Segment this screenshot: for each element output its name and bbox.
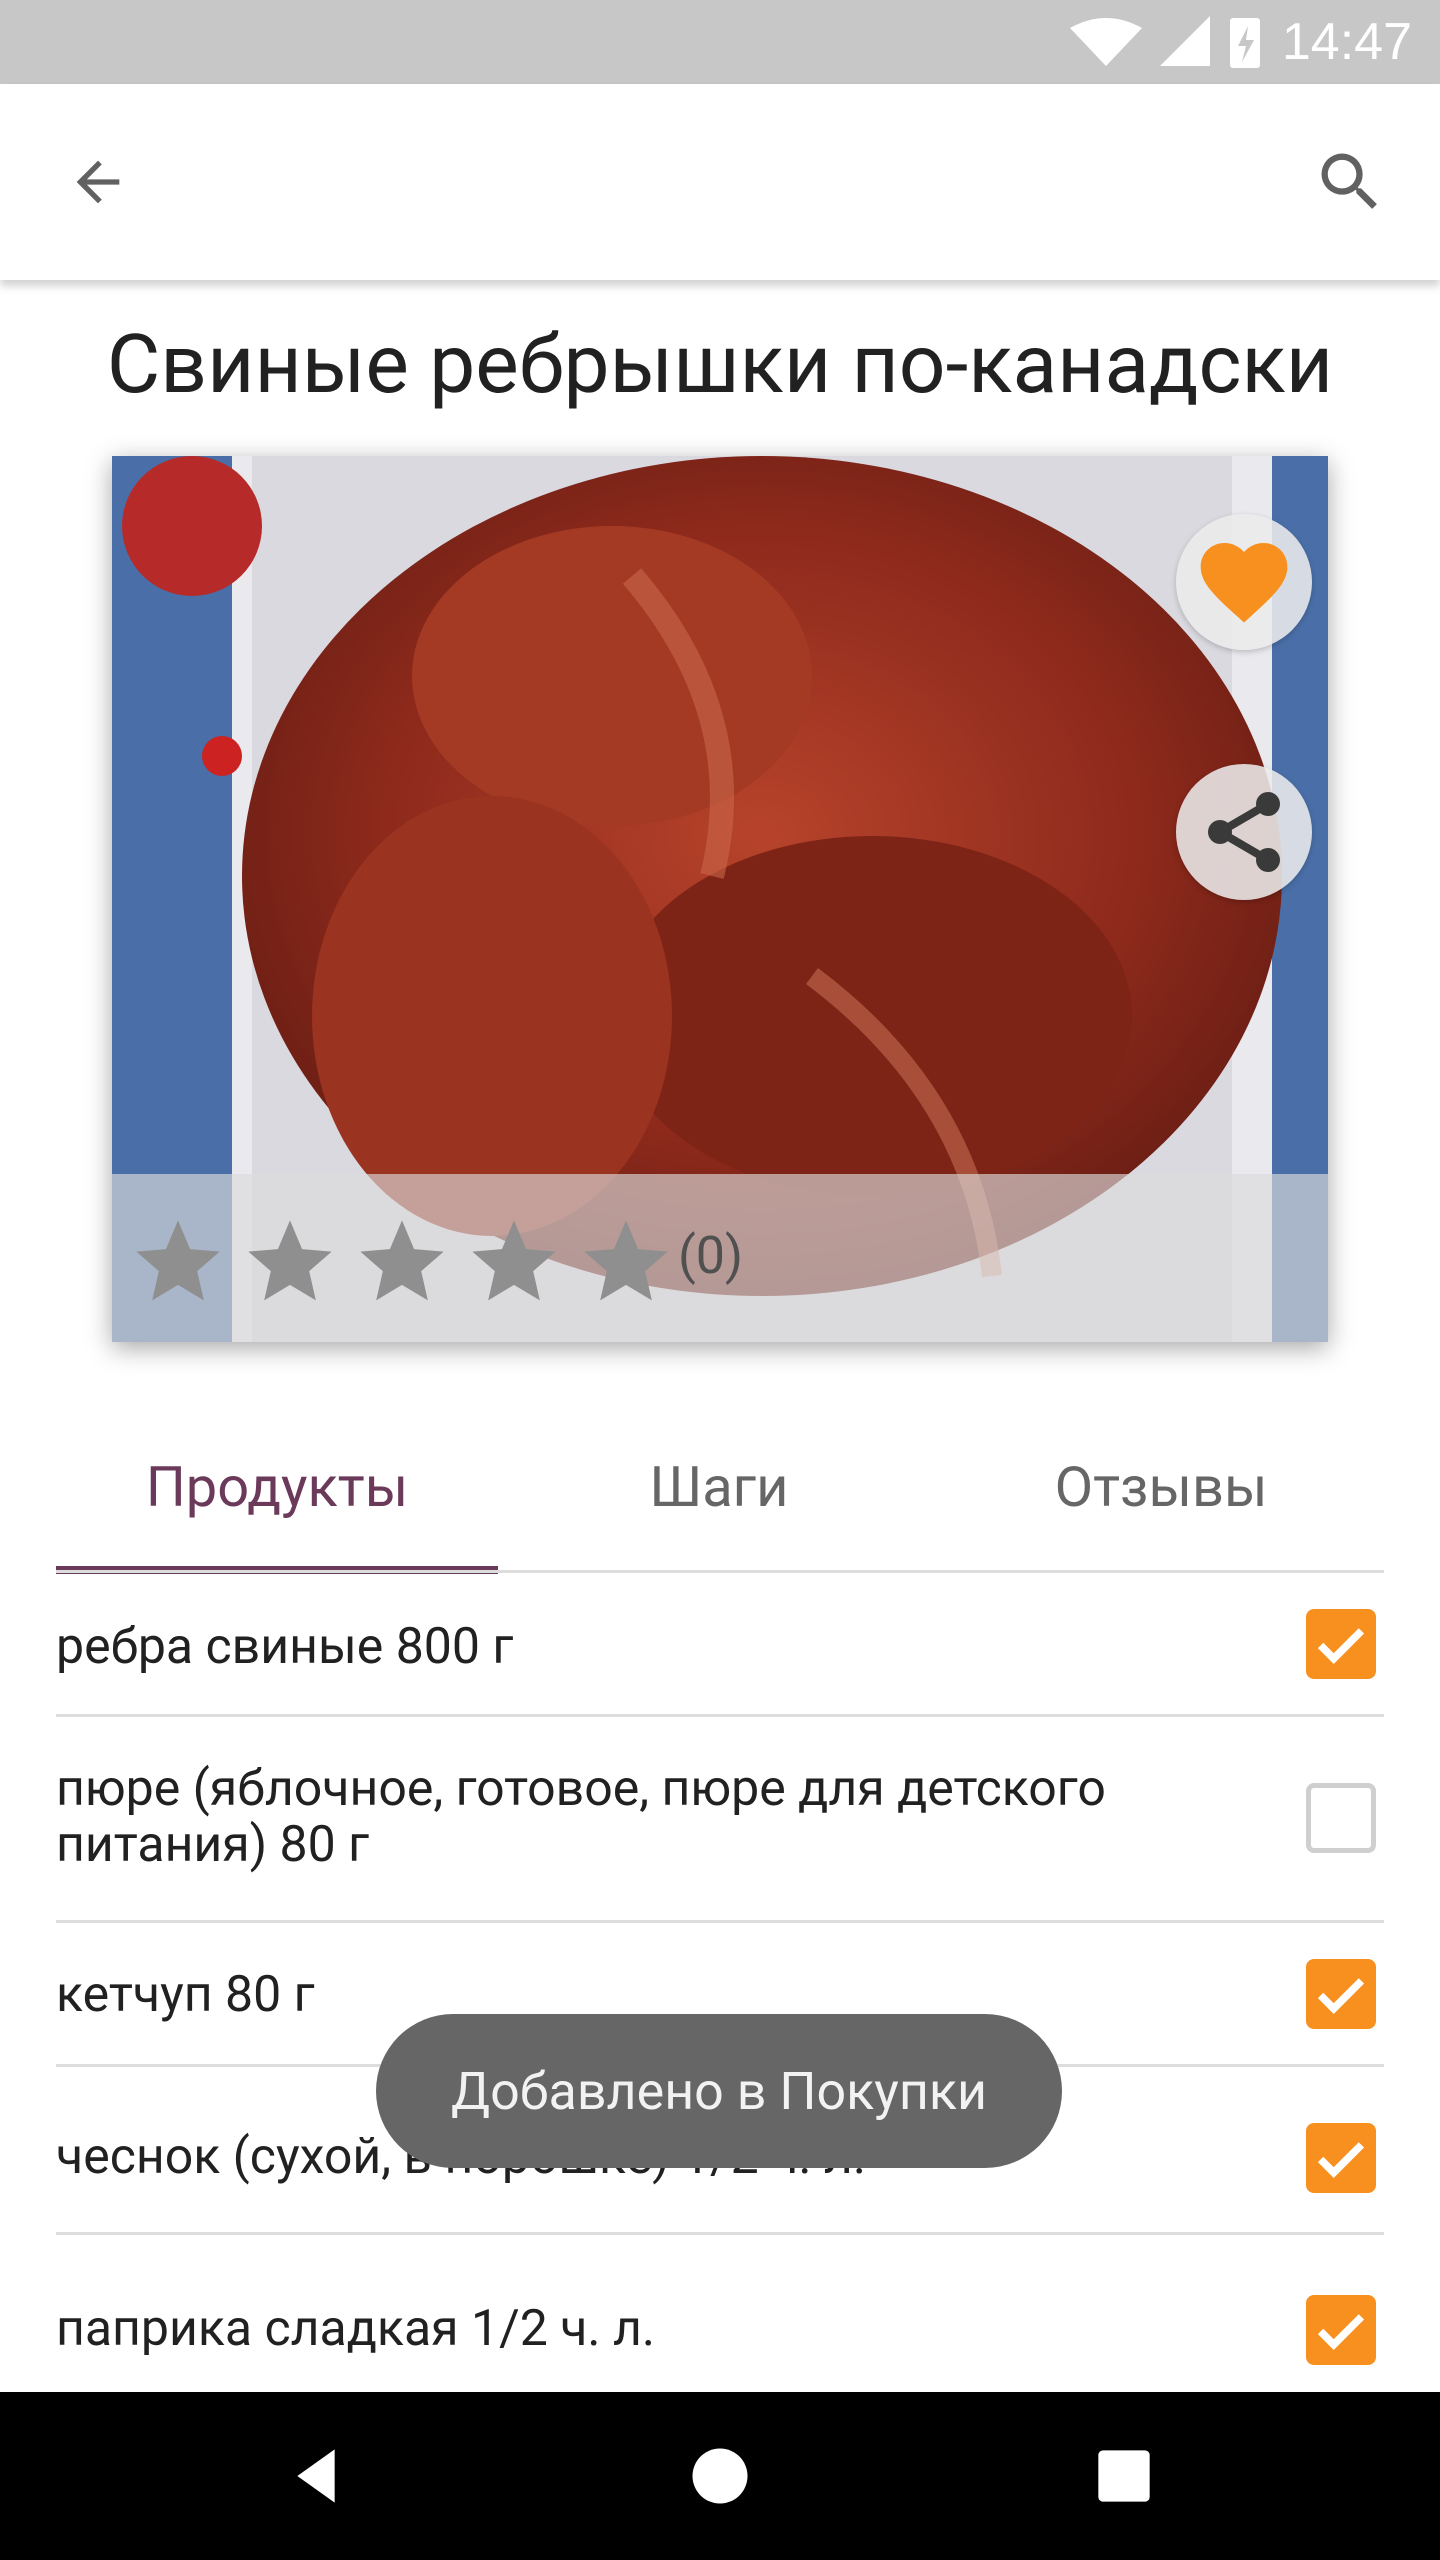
svg-text:×: × — [1168, 16, 1183, 46]
tab-reviews[interactable]: Отзывы — [940, 1404, 1382, 1570]
ingredient-label: ребра свиные 800 г — [56, 1618, 514, 1676]
check-icon — [1317, 1628, 1365, 1664]
checkbox[interactable] — [1306, 2123, 1376, 2193]
checkbox[interactable] — [1306, 1609, 1376, 1679]
status-time: 14:47 — [1281, 13, 1412, 71]
check-icon — [1317, 2314, 1365, 2350]
checkbox[interactable] — [1306, 1783, 1376, 1853]
check-icon — [1317, 2142, 1365, 2178]
recipe-title: Свиные ребрышки по-канадски — [106, 317, 1334, 413]
heart-icon — [1200, 543, 1288, 623]
share-icon — [1208, 792, 1280, 872]
recipe-photo[interactable]: (0) — [112, 456, 1328, 1342]
nav-home-button[interactable] — [664, 2420, 776, 2532]
recipe-tabs: Продукты Шаги Отзывы — [56, 1404, 1384, 1574]
rating-strip: (0) — [112, 1174, 1328, 1342]
list-item[interactable]: ребра свиные 800 г — [56, 1573, 1384, 1717]
search-button[interactable] — [1290, 122, 1410, 242]
star-rating[interactable] — [128, 1212, 676, 1312]
share-button[interactable] — [1176, 764, 1312, 900]
star-icon[interactable] — [352, 1212, 452, 1312]
arrow-back-icon — [76, 160, 120, 204]
favorite-button[interactable] — [1176, 514, 1312, 650]
star-icon[interactable] — [128, 1212, 228, 1312]
back-button[interactable] — [38, 122, 158, 242]
circle-home-icon — [692, 2448, 748, 2504]
checkbox[interactable] — [1306, 1959, 1376, 2029]
status-icons: × — [1070, 16, 1260, 68]
wifi-icon — [1070, 18, 1142, 66]
list-item[interactable]: паприка сладкая 1/2 ч. л. — [56, 2235, 1384, 2395]
tab-steps[interactable]: Шаги — [498, 1404, 940, 1570]
status-bar: × 14:47 — [0, 0, 1440, 84]
app-bar — [0, 84, 1440, 280]
search-icon — [1321, 153, 1377, 209]
navigation-bar — [0, 2392, 1440, 2560]
nav-recents-button[interactable] — [1068, 2420, 1180, 2532]
ingredient-list: ребра свиные 800 г пюре (яблочное, готов… — [56, 1573, 1384, 2395]
ingredient-label: пюре (яблочное, готовое, пюре для детско… — [56, 1760, 1106, 1874]
triangle-back-icon — [297, 2449, 335, 2503]
rating-count: (0) — [678, 1225, 744, 1286]
star-icon[interactable] — [240, 1212, 340, 1312]
ingredient-label: паприка сладкая 1/2 ч. л. — [56, 2300, 656, 2358]
star-icon[interactable] — [576, 1212, 676, 1312]
check-icon — [1317, 1978, 1365, 2014]
square-recents-icon — [1098, 2450, 1150, 2502]
nav-back-button[interactable] — [260, 2420, 372, 2532]
toast-message: Добавлено в Покупки — [376, 2014, 1062, 2168]
tab-products[interactable]: Продукты — [56, 1404, 498, 1570]
checkbox[interactable] — [1306, 2295, 1376, 2365]
list-item[interactable]: пюре (яблочное, готовое, пюре для детско… — [56, 1717, 1384, 1923]
star-icon[interactable] — [464, 1212, 564, 1312]
